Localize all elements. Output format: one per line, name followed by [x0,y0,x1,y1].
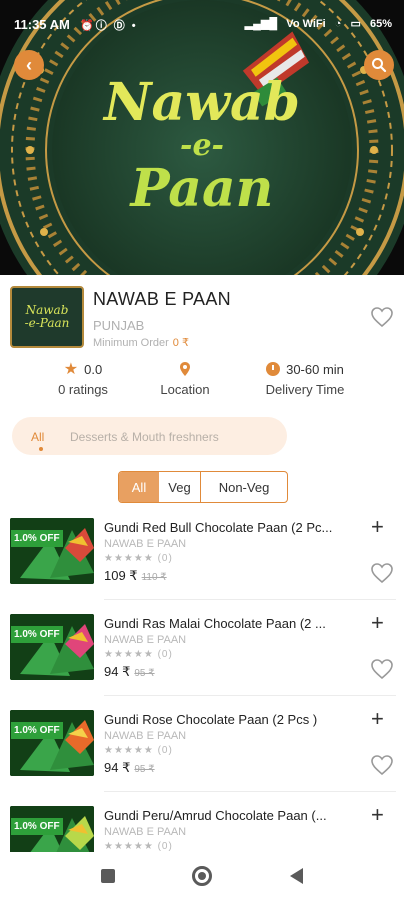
product-title: Gundi Rose Chocolate Paan (2 Pcs ) [104,712,318,727]
minimum-order-label: Minimum Order [93,337,169,349]
favorite-heart-icon[interactable] [370,562,394,584]
active-category-indicator [39,447,43,451]
back-button[interactable]: ‹ [14,50,44,80]
status-time: 11:35 AM [14,17,70,32]
category-tab-desserts[interactable]: Desserts & Mouth freshners [70,430,219,444]
product-image: 1.0% OFF [10,614,94,680]
filter-all-button[interactable]: All [119,472,159,502]
restaurant-logo: Nawab -e-Paan [10,286,84,348]
banner-logo-line1: Nawab [103,72,301,133]
product-item[interactable]: 1.0% OFF Gundi Peru/Amrud Chocolate Paan… [0,806,404,852]
favorite-heart-icon[interactable] [370,754,394,776]
rating-stat: ★ 0.0 0 ratings [48,360,118,397]
discount-badge: 1.0% OFF [11,818,63,835]
favorite-heart-icon[interactable] [370,658,394,680]
wifi-label: Vo WiFi [286,18,326,30]
search-icon [372,58,387,73]
chevron-left-icon: ‹ [26,54,32,75]
product-image: 1.0% OFF [10,710,94,776]
product-title: Gundi Red Bull Chocolate Paan (2 Pc... [104,520,333,535]
discount-badge: 1.0% OFF [11,530,63,547]
divider [104,791,396,792]
product-title: Gundi Peru/Amrud Chocolate Paan (... [104,808,327,823]
restaurant-logo-text-2: -e-Paan [24,316,70,330]
product-old-price: 95 ₹ [134,764,155,775]
category-tabs: All Desserts & Mouth freshners [12,417,287,455]
delivery-time-value: 30-60 min [286,361,344,377]
system-navigation-bar [0,852,404,900]
notification-icons: ⏰ⓘ Ⓓ • [80,20,138,32]
product-price-block: 94 ₹95 ₹ [104,760,155,776]
product-brand: NAWAB E PAAN [104,634,187,646]
category-tab-all[interactable]: All [31,430,44,444]
add-to-cart-plus-icon[interactable]: + [371,806,384,826]
paan-image [10,614,94,680]
paan-image [10,710,94,776]
location-label: Location [160,382,210,397]
restaurant-name: NAWAB E PAAN [93,289,231,309]
timer-icon [266,362,281,376]
product-brand: NAWAB E PAAN [104,826,187,838]
status-bar: 11:35 AM ⏰ⓘ Ⓓ • ▂▄▆█ Vo WiFi ◔ ▭ 65% [0,0,404,44]
signal-icon: ▂▄▆█ [244,18,278,30]
back-triangle-icon[interactable] [290,868,303,884]
product-image: 1.0% OFF [10,518,94,584]
product-rating: ★★★★★ (0) [104,553,173,564]
divider [104,599,396,600]
add-to-cart-plus-icon[interactable]: + [371,708,384,730]
divider [104,695,396,696]
veg-filter: All Veg Non-Veg [118,471,288,503]
banner-logo-text: Nawab -e- Paan [0,75,404,217]
product-rating: ★★★★★ (0) [104,745,173,756]
battery-percent: 65 [369,18,383,30]
add-to-cart-plus-icon[interactable]: + [371,516,384,538]
product-image: 1.0% OFF [10,806,94,852]
product-price: 94 ₹ [104,664,131,679]
banner-logo-line2: -e- [180,128,224,163]
add-to-cart-plus-icon[interactable]: + [371,612,384,634]
delivery-stat: 30-60 min Delivery Time [255,360,355,398]
delivery-time-label: Delivery Time [265,382,345,397]
product-rating: ★★★★★ (0) [104,841,173,852]
discount-badge: 1.0% OFF [11,626,63,643]
product-price: 94 ₹ [104,760,131,775]
product-price: 109 ₹ [104,568,138,583]
discount-badge: 1.0% OFF [11,722,63,739]
filter-nonveg-button[interactable]: Non-Veg [201,472,287,502]
search-button[interactable] [364,50,394,80]
product-rating: ★★★★★ (0) [104,649,173,660]
banner-logo-line3: Paan [130,158,274,219]
location-pin-icon [180,362,190,376]
product-price-block: 94 ₹95 ₹ [104,664,155,680]
restaurant-banner: 11:35 AM ⏰ⓘ Ⓓ • ▂▄▆█ Vo WiFi ◔ ▭ 65% Naw… [0,0,404,275]
restaurant-city: PUNJAB [93,318,145,333]
favorite-heart-icon[interactable] [370,306,394,328]
product-old-price: 110 ₹ [141,572,167,583]
location-stat[interactable]: Location [150,360,220,397]
product-title: Gundi Ras Malai Chocolate Paan (2 ... [104,616,326,631]
minimum-order-value: 0 ₹ [172,337,189,349]
home-icon[interactable] [192,866,212,886]
recent-apps-icon[interactable] [101,869,115,883]
product-brand: NAWAB E PAAN [104,538,187,550]
battery-percent-sign: % [382,18,392,30]
rating-label: 0 ratings [58,382,108,397]
product-price-block: 109 ₹110 ₹ [104,568,167,584]
product-brand: NAWAB E PAAN [104,730,187,742]
status-right: ▂▄▆█ Vo WiFi ◔ ▭ 65% [239,17,392,30]
battery-icon: ▭ [350,18,361,30]
filter-veg-button[interactable]: Veg [159,472,201,502]
minimum-order: Minimum Order 0 ₹ [93,336,189,349]
wifi-icon: ◔ [334,18,342,30]
product-old-price: 95 ₹ [134,668,155,679]
rating-value: 0.0 [84,361,103,377]
star-icon: ★ [63,361,79,378]
paan-image [10,518,94,584]
